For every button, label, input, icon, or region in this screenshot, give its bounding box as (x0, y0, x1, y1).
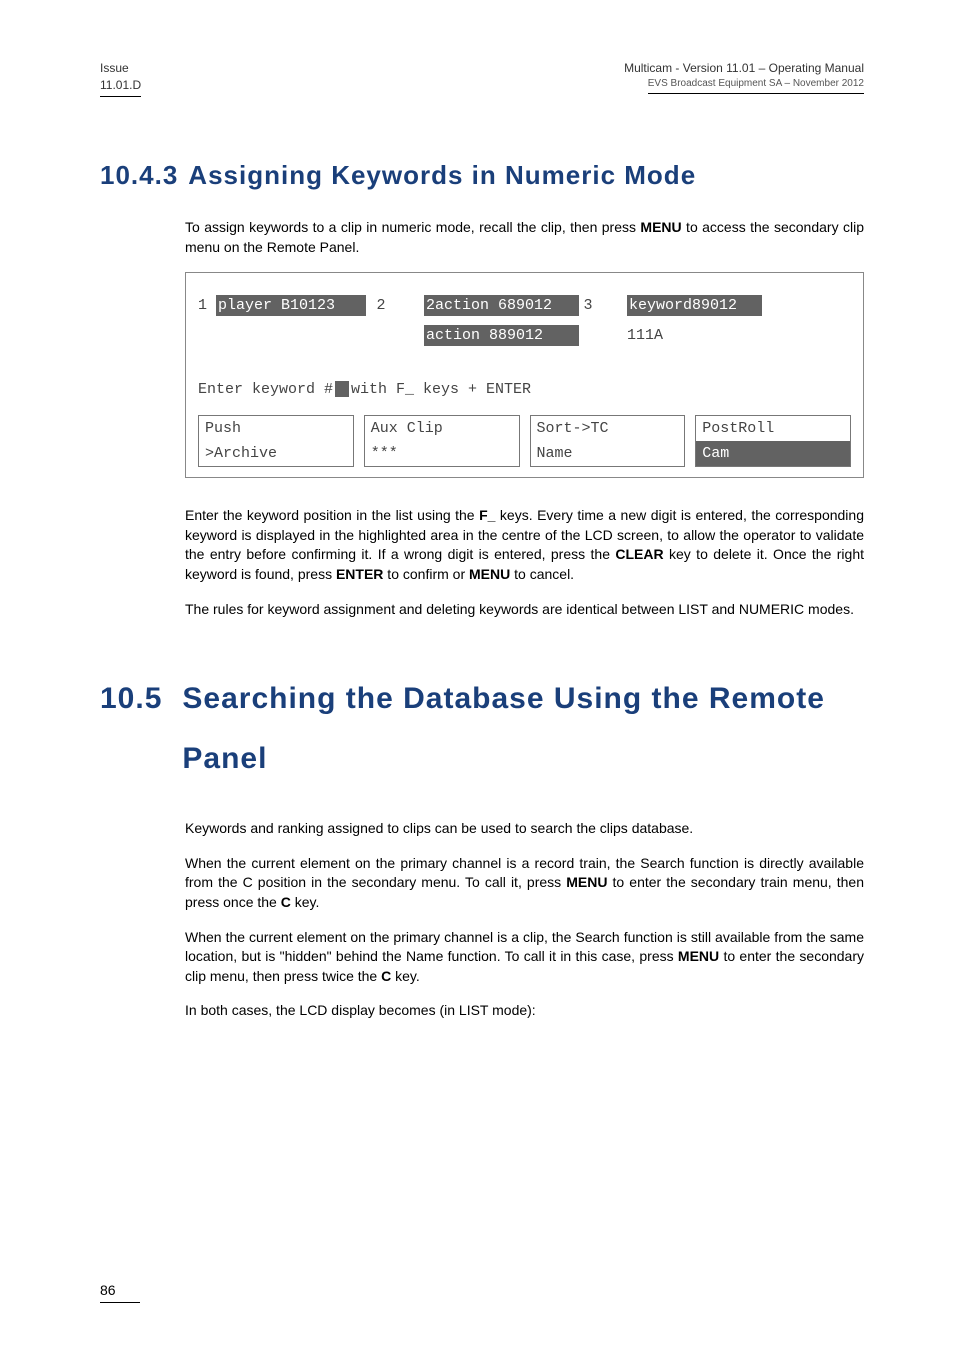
paragraph-both-cases: In both cases, the LCD display becomes (… (185, 1001, 864, 1021)
bold-clear: CLEAR (615, 546, 663, 562)
soft-button-3: Sort->TC Name (530, 415, 686, 467)
heading-title: Searching the Database Using the Remote … (182, 669, 864, 789)
heading-number: 10.5 (100, 669, 162, 729)
text: key. (291, 894, 320, 910)
bold-menu: MENU (678, 948, 719, 964)
lcd-display: 1 player B10123 2 2action 689012 3 keywo… (185, 272, 864, 478)
lcd-num-1: 1 (198, 295, 216, 316)
page-header: Issue 11.01.D Multicam - Version 11.01 –… (100, 60, 864, 97)
lcd-seg-2: 2action 689012 (424, 295, 579, 316)
soft-button-top: Push (199, 416, 353, 441)
lcd-num-2: 2 (366, 295, 396, 316)
page-number: 86 (100, 1281, 140, 1304)
header-issue-label: Issue (100, 60, 141, 77)
bold-menu: MENU (469, 566, 510, 582)
lcd-prompt: Enter keyword # with F_ keys + ENTER (198, 377, 851, 401)
header-issue-version: 11.01.D (100, 77, 141, 97)
paragraph-clip: When the current element on the primary … (185, 928, 864, 987)
lcd-right: 111A (627, 325, 663, 346)
heading-title: Assigning Keywords in Numeric Mode (188, 157, 696, 193)
text: to cancel. (510, 566, 574, 582)
lcd-num-3: 3 (579, 295, 597, 316)
section-heading-10-5: 10.5 Searching the Database Using the Re… (100, 669, 864, 789)
header-doc-title: Multicam - Version 11.01 – Operating Man… (624, 60, 864, 77)
prompt-pre: Enter keyword # (198, 379, 333, 400)
bold-c: C (281, 894, 291, 910)
bold-f: F_ (479, 507, 495, 523)
bold-c: C (381, 968, 391, 984)
soft-button-bot: >Archive (199, 441, 353, 466)
lcd-mid: action 889012 (424, 325, 579, 346)
soft-button-top: PostRoll (696, 416, 850, 441)
lcd-seg-1: player B10123 (216, 295, 366, 316)
lcd-row-2: action 889012 111A (198, 323, 851, 347)
header-doc-sub: EVS Broadcast Equipment SA – November 20… (648, 77, 864, 94)
soft-button-top: Sort->TC (531, 416, 685, 441)
paragraph-search-intro: Keywords and ranking assigned to clips c… (185, 819, 864, 839)
paragraph-instructions: Enter the keyword position in the list u… (185, 506, 864, 584)
header-left: Issue 11.01.D (100, 60, 141, 97)
cursor-block-icon (335, 381, 349, 397)
text: to confirm or (383, 566, 469, 582)
text: To assign keywords to a clip in numeric … (185, 219, 640, 235)
soft-button-bot: Cam (696, 441, 850, 466)
paragraph-rules: The rules for keyword assignment and del… (185, 600, 864, 620)
lcd-soft-buttons: Push >Archive Aux Clip *** Sort->TC Name… (198, 415, 851, 467)
header-right: Multicam - Version 11.01 – Operating Man… (624, 60, 864, 97)
text: key. (391, 968, 420, 984)
paragraph-record-train: When the current element on the primary … (185, 854, 864, 913)
bold-menu: MENU (566, 874, 607, 890)
text: Enter the keyword position in the list u… (185, 507, 479, 523)
heading-number: 10.4.3 (100, 157, 178, 193)
soft-button-4: PostRoll Cam (695, 415, 851, 467)
soft-button-1: Push >Archive (198, 415, 354, 467)
bold-enter: ENTER (336, 566, 383, 582)
bold-menu: MENU (640, 219, 681, 235)
soft-button-bot: Name (531, 441, 685, 466)
soft-button-bot: *** (365, 441, 519, 466)
prompt-post: with F_ keys + ENTER (351, 379, 531, 400)
soft-button-top: Aux Clip (365, 416, 519, 441)
paragraph-intro: To assign keywords to a clip in numeric … (185, 218, 864, 257)
soft-button-2: Aux Clip *** (364, 415, 520, 467)
lcd-seg-3: keyword89012 (627, 295, 762, 316)
lcd-row-1: 1 player B10123 2 2action 689012 3 keywo… (198, 293, 851, 317)
section-heading-10-4-3: 10.4.3 Assigning Keywords in Numeric Mod… (100, 157, 864, 193)
